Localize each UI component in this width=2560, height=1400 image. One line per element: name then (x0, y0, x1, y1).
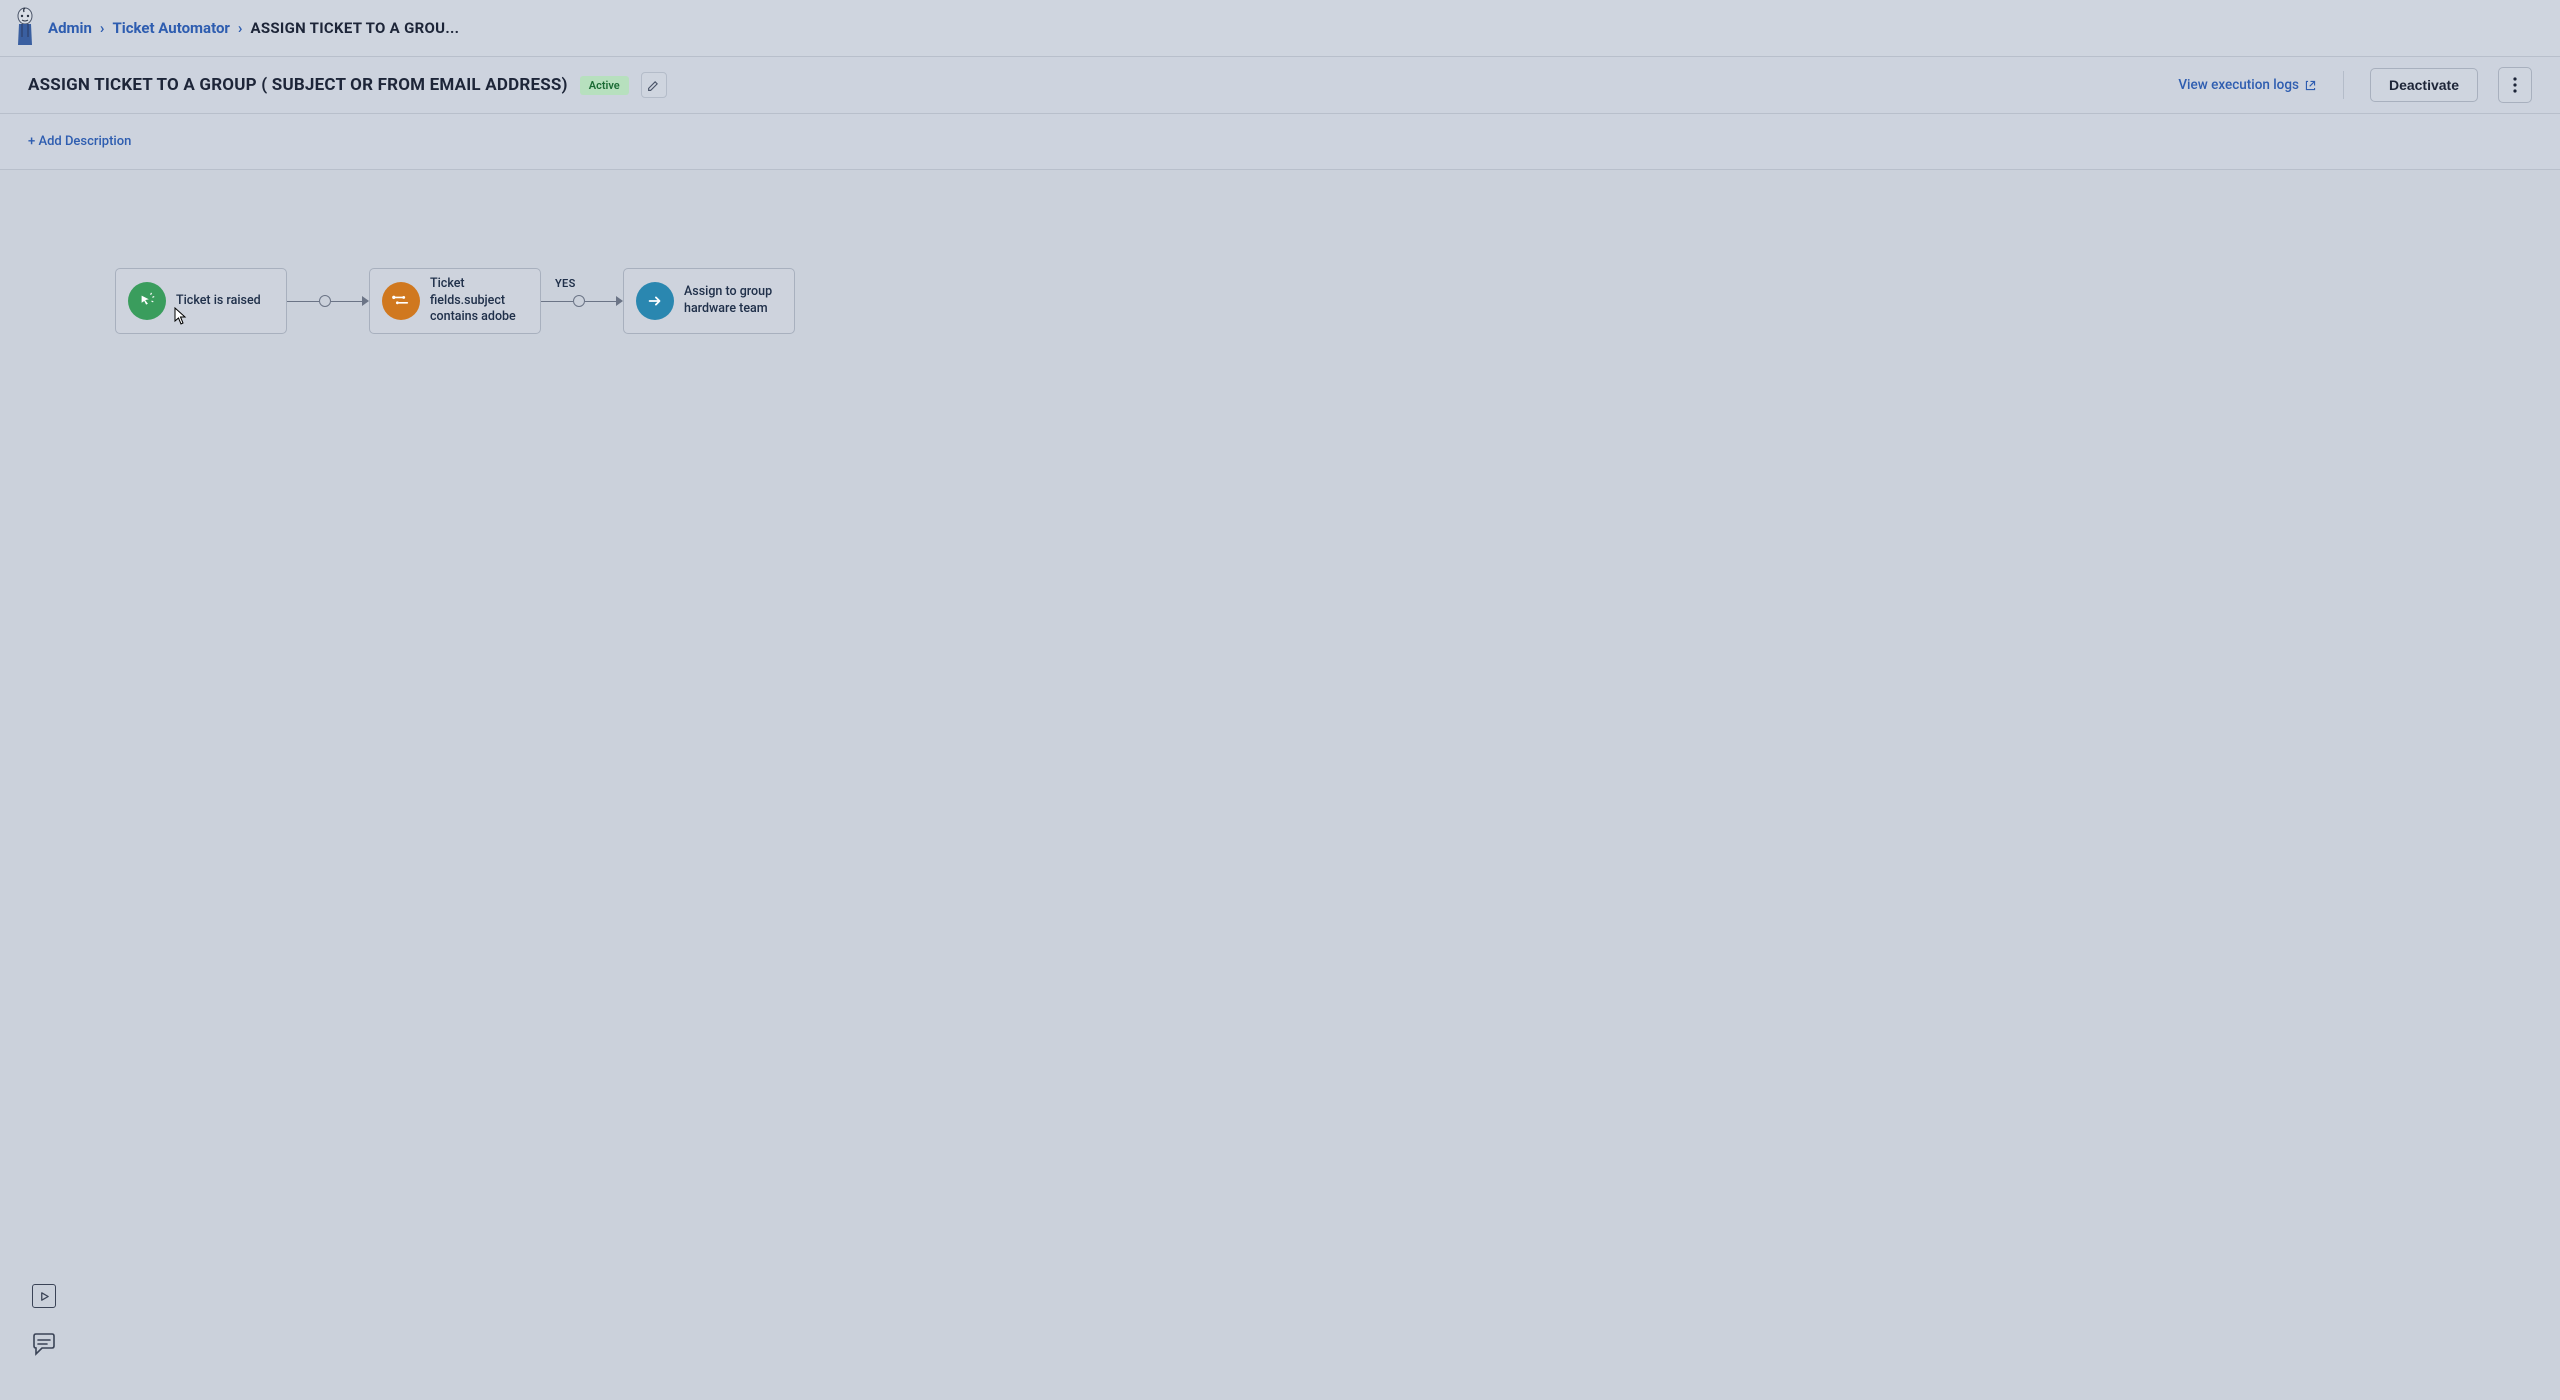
cursor-click-icon (128, 282, 166, 320)
breadcrumb-link-ticket-automator[interactable]: Ticket Automator (112, 19, 229, 37)
title-bar: ASSIGN TICKET TO A GROUP ( SUBJECT OR FR… (0, 57, 2560, 114)
chevron-right-icon: › (100, 19, 105, 37)
kebab-icon (2513, 77, 2517, 93)
more-actions-button[interactable] (2498, 67, 2532, 103)
view-execution-logs-link[interactable]: View execution logs (2178, 77, 2317, 93)
deactivate-button[interactable]: Deactivate (2370, 68, 2478, 102)
divider (2343, 71, 2344, 99)
add-description-link[interactable]: + Add Description (28, 134, 131, 149)
workflow-node-action[interactable]: Assign to group hardware team (623, 268, 795, 334)
node-label: Ticket fields.subject contains adobe (430, 276, 528, 327)
breadcrumb: Admin › Ticket Automator › ASSIGN TICKET… (0, 0, 2560, 57)
node-label: Assign to group hardware team (684, 284, 782, 318)
status-badge: Active (580, 76, 629, 95)
workflow-connector (541, 296, 623, 306)
app-avatar (10, 7, 40, 49)
edit-title-button[interactable] (641, 72, 667, 98)
tutorial-video-button[interactable] (32, 1284, 56, 1308)
play-icon (39, 1291, 50, 1302)
chat-support-button[interactable] (30, 1332, 58, 1362)
chevron-right-icon: › (238, 19, 243, 37)
logs-link-label: View execution logs (2178, 77, 2299, 93)
node-label: Ticket is raised (176, 293, 261, 310)
pencil-icon (647, 79, 660, 92)
description-bar: + Add Description (0, 114, 2560, 170)
workflow-canvas[interactable]: Ticket is raised Ticket fields.subject c… (0, 170, 2560, 1400)
workflow-node-trigger[interactable]: Ticket is raised (115, 268, 287, 334)
arrow-right-icon (636, 282, 674, 320)
external-link-icon (2304, 79, 2317, 92)
workflow-connector (287, 296, 369, 306)
filter-icon (382, 282, 420, 320)
breadcrumb-current: ASSIGN TICKET TO A GROU... (250, 19, 459, 37)
workflow-node-condition[interactable]: Ticket fields.subject contains adobe (369, 268, 541, 334)
edge-label-yes: YES (555, 277, 576, 290)
breadcrumb-link-admin[interactable]: Admin (48, 19, 92, 37)
page-title: ASSIGN TICKET TO A GROUP ( SUBJECT OR FR… (28, 75, 568, 95)
chat-icon (30, 1332, 58, 1358)
